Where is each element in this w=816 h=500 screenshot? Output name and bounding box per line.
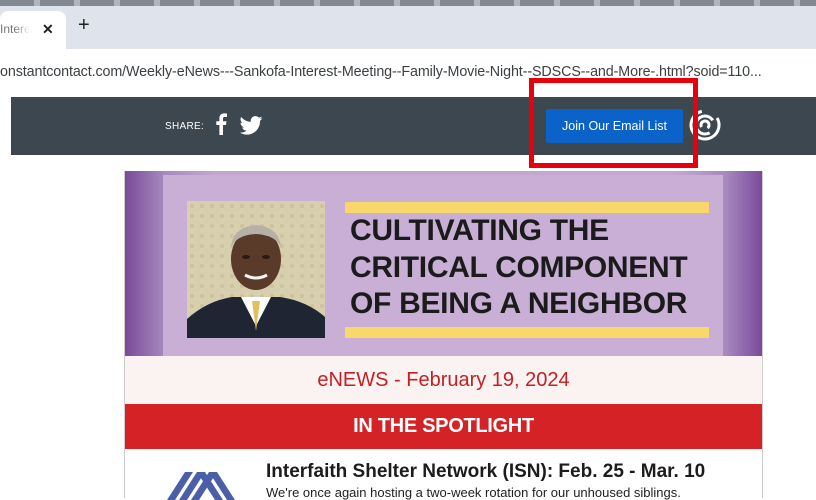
close-icon[interactable]: ✕: [42, 21, 54, 38]
active-tab[interactable]: Interes ✕: [0, 11, 66, 49]
title-stripe-bottom: [345, 327, 709, 338]
newsletter-content: CULTIVATING THE CRITICAL COMPONENT OF BE…: [124, 171, 763, 500]
isn-logo-icon: [167, 472, 235, 500]
window-top-edge: [0, 0, 816, 6]
tab-strip: Interes ✕ +: [0, 0, 816, 49]
twitter-icon[interactable]: [239, 116, 263, 135]
highlight-box: [529, 78, 698, 168]
hero-title-line-1: CULTIVATING THE: [350, 214, 609, 247]
facebook-icon[interactable]: [215, 113, 227, 135]
hero-title-line-3: OF BEING A NEIGHBOR: [350, 287, 688, 320]
share-label: SHARE:: [165, 121, 205, 132]
speaker-photo: [187, 201, 325, 338]
new-tab-button[interactable]: +: [78, 14, 90, 37]
portrait-image: [187, 201, 325, 338]
title-stripe-top: [345, 202, 709, 213]
hero-title-line-2: CRITICAL COMPONENT: [350, 251, 688, 284]
enews-date-heading: eNEWS - February 19, 2024: [125, 356, 762, 404]
item-title[interactable]: Interfaith Shelter Network (ISN): Feb. 2…: [266, 461, 705, 483]
spotlight-banner: IN THE SPOTLIGHT: [125, 404, 762, 449]
tab-title: Interes: [0, 22, 30, 36]
hero-banner: CULTIVATING THE CRITICAL COMPONENT OF BE…: [125, 171, 762, 356]
